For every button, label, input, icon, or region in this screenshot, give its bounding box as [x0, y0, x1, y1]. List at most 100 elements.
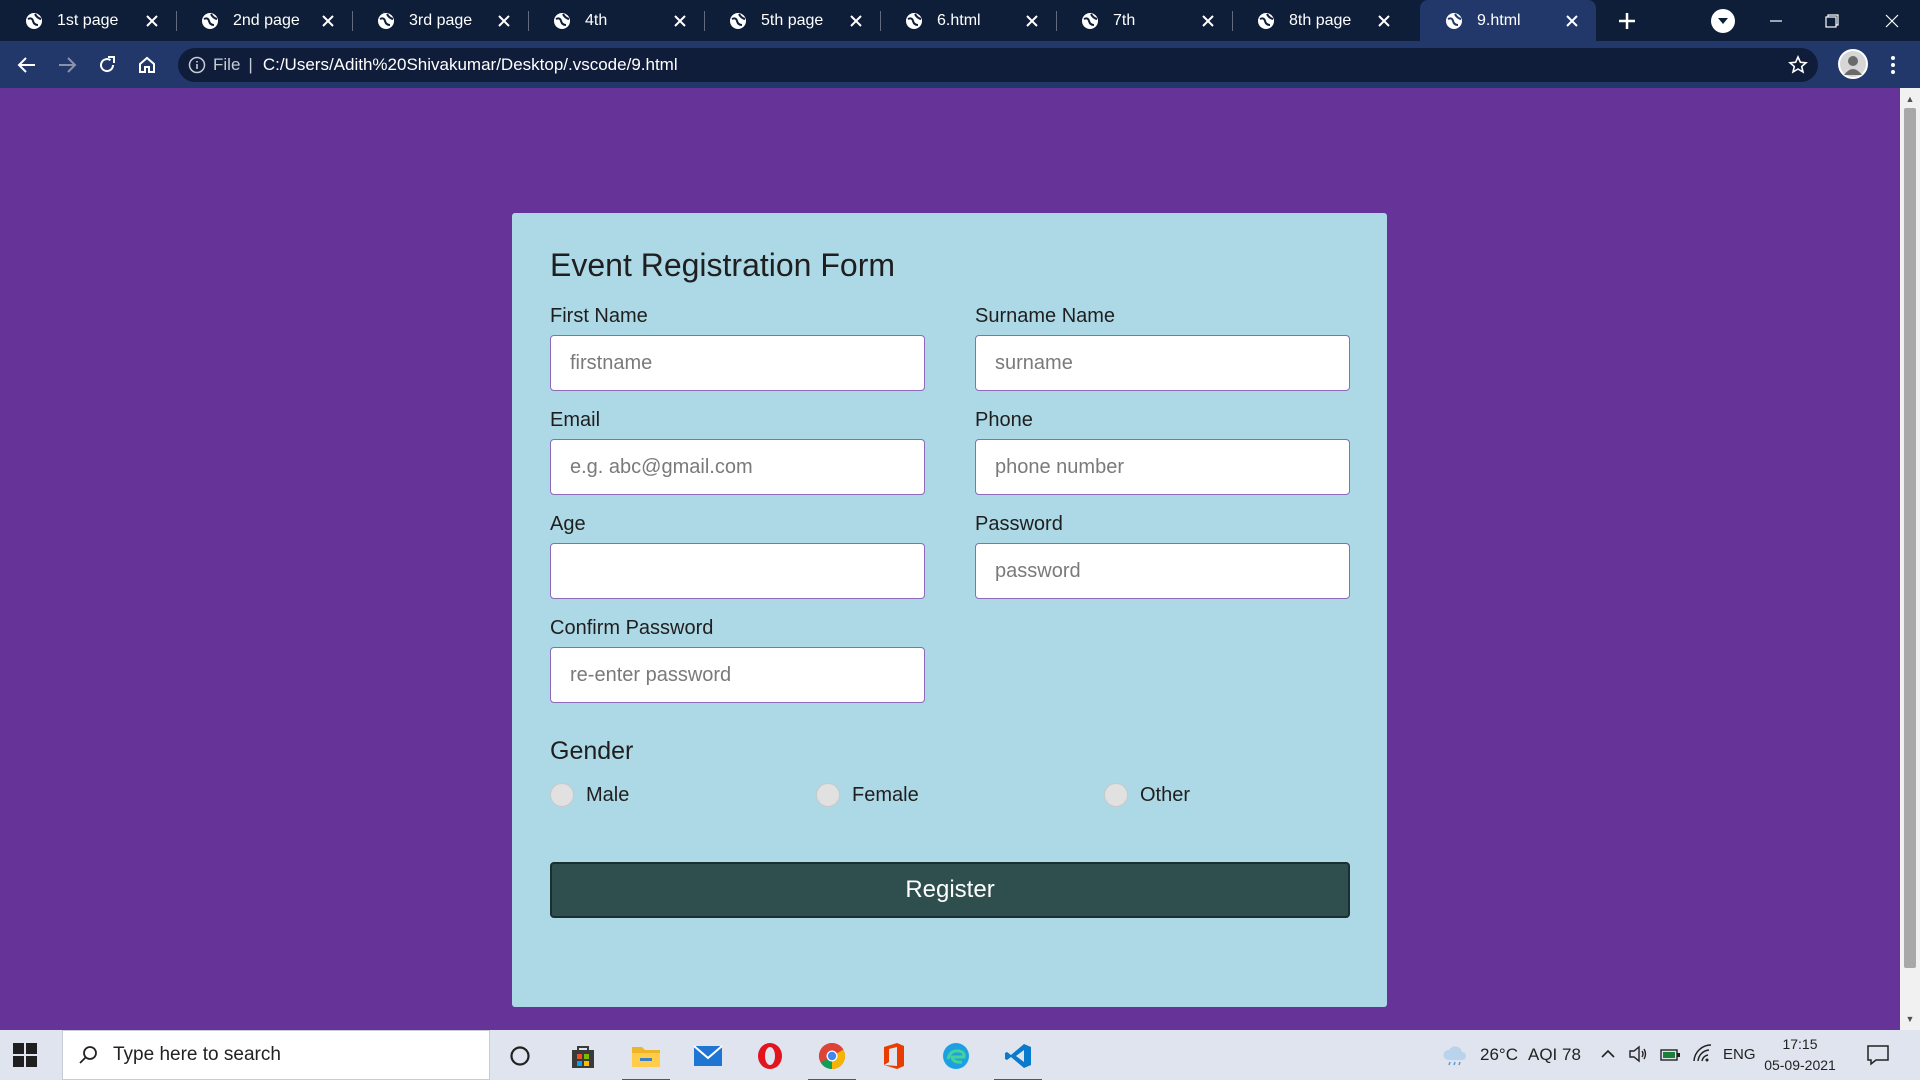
- tab-search-button[interactable]: [1711, 9, 1735, 33]
- globe-icon: [729, 12, 747, 30]
- close-icon[interactable]: [1020, 9, 1044, 33]
- edge-icon[interactable]: [930, 1036, 982, 1076]
- url-text[interactable]: C:/Users/Adith%20Shivakumar/Desktop/.vsc…: [263, 55, 678, 75]
- confirm-password-input[interactable]: [550, 647, 925, 703]
- reload-button[interactable]: [92, 50, 122, 80]
- radio-button[interactable]: [1104, 783, 1128, 807]
- weather-temperature[interactable]: 26°C: [1480, 1045, 1518, 1065]
- age-input[interactable]: [550, 543, 925, 599]
- close-icon[interactable]: [1196, 9, 1220, 33]
- tab-5th-page[interactable]: 5th page: [704, 0, 880, 41]
- close-icon[interactable]: [1560, 9, 1584, 33]
- search-icon: [77, 1044, 99, 1066]
- email-label: Email: [550, 409, 601, 431]
- home-button[interactable]: [132, 50, 162, 80]
- profile-avatar[interactable]: [1838, 49, 1868, 79]
- close-icon[interactable]: [668, 9, 692, 33]
- register-button[interactable]: Register: [550, 862, 1350, 918]
- tab-title: 6.html: [937, 11, 981, 29]
- taskbar-search-box[interactable]: Type here to search: [62, 1030, 490, 1080]
- bookmark-star-icon[interactable]: [1786, 53, 1810, 77]
- file-explorer-icon[interactable]: [620, 1036, 672, 1080]
- notification-icon[interactable]: [1866, 1044, 1890, 1066]
- browser-menu-button[interactable]: [1880, 50, 1906, 80]
- more-vertical-icon: [1891, 56, 1895, 74]
- office-icon[interactable]: [868, 1036, 920, 1076]
- surname-label: Surname Name: [975, 305, 1116, 327]
- close-icon[interactable]: [1372, 9, 1396, 33]
- address-bar[interactable]: File | C:/Users/Adith%20Shivakumar/Deskt…: [178, 48, 1818, 82]
- tab-title: 8th page: [1289, 11, 1352, 29]
- restore-icon: [1825, 13, 1839, 28]
- battery-icon[interactable]: [1660, 1044, 1682, 1064]
- input-language[interactable]: ENG: [1723, 1046, 1756, 1063]
- password-input[interactable]: [975, 543, 1350, 599]
- tab-2nd-page[interactable]: 2nd page: [176, 0, 352, 41]
- chevron-up-icon[interactable]: [1600, 1046, 1616, 1062]
- close-icon[interactable]: [316, 9, 340, 33]
- tab-9-html[interactable]: 9.html: [1420, 0, 1596, 41]
- cortana-icon[interactable]: [494, 1036, 546, 1076]
- form-title: Event Registration Form: [550, 247, 896, 283]
- globe-icon: [1081, 12, 1099, 30]
- close-window-button[interactable]: [1864, 0, 1920, 41]
- air-quality-index[interactable]: AQI 78: [1528, 1045, 1581, 1065]
- back-button[interactable]: [12, 50, 42, 80]
- system-clock[interactable]: 17:15 05-09-2021: [1760, 1034, 1840, 1076]
- tab-4th[interactable]: 4th: [528, 0, 704, 41]
- forward-button[interactable]: [52, 50, 82, 80]
- vscode-icon[interactable]: [992, 1036, 1044, 1080]
- gender-option-other[interactable]: Other: [1104, 783, 1190, 807]
- volume-icon[interactable]: [1628, 1044, 1648, 1064]
- windows-start-icon[interactable]: [12, 1042, 38, 1068]
- scroll-down-arrow-icon[interactable]: ▼: [1904, 1012, 1916, 1026]
- tab-title: 1st page: [57, 11, 119, 29]
- weather-icon[interactable]: [1442, 1044, 1468, 1066]
- tab-6-html[interactable]: 6.html: [880, 0, 1056, 41]
- address-separator: |: [248, 55, 253, 74]
- info-icon[interactable]: [187, 55, 207, 75]
- gender-option-male[interactable]: Male: [550, 783, 629, 807]
- phone-input[interactable]: [975, 439, 1350, 495]
- tab-7th[interactable]: 7th: [1056, 0, 1232, 41]
- radio-label: Female: [852, 783, 919, 806]
- scroll-up-arrow-icon[interactable]: ▲: [1904, 92, 1916, 106]
- first-name-input[interactable]: [550, 335, 925, 391]
- gender-option-female[interactable]: Female: [816, 783, 919, 807]
- mail-icon[interactable]: [682, 1036, 734, 1076]
- scrollbar-thumb[interactable]: [1904, 108, 1916, 968]
- close-icon: [1885, 14, 1899, 27]
- store-icon[interactable]: [557, 1036, 609, 1076]
- windows-taskbar: Type here to search 26°C AQI 78 ENG 17:1…: [0, 1030, 1920, 1080]
- surname-input[interactable]: [975, 335, 1350, 391]
- wifi-icon[interactable]: [1692, 1044, 1714, 1064]
- email-input[interactable]: [550, 439, 925, 495]
- reload-icon: [100, 56, 115, 73]
- minimize-button[interactable]: [1748, 0, 1804, 41]
- arrow-right-icon: [59, 57, 77, 73]
- arrow-left-icon: [17, 57, 35, 73]
- clock-time: 17:15: [1782, 1036, 1818, 1052]
- globe-icon: [1257, 12, 1275, 30]
- tab-3rd-page[interactable]: 3rd page: [352, 0, 528, 41]
- radio-button[interactable]: [550, 783, 574, 807]
- radio-button[interactable]: [816, 783, 840, 807]
- scheme-label: File: [213, 55, 241, 74]
- close-icon[interactable]: [844, 9, 868, 33]
- first-name-label: First Name: [550, 305, 648, 327]
- tab-8th-page[interactable]: 8th page: [1232, 0, 1408, 41]
- opera-icon[interactable]: [744, 1036, 796, 1076]
- close-icon[interactable]: [140, 9, 164, 33]
- close-icon[interactable]: [492, 9, 516, 33]
- chrome-icon[interactable]: [806, 1036, 858, 1080]
- chevron-down-icon: [1718, 18, 1728, 24]
- restore-button[interactable]: [1804, 0, 1860, 41]
- tab-1st-page[interactable]: 1st page: [0, 0, 176, 41]
- password-label: Password: [975, 513, 1063, 535]
- globe-icon: [905, 12, 923, 30]
- new-tab-button[interactable]: [1612, 6, 1642, 36]
- radio-label: Other: [1140, 783, 1191, 806]
- registration-card: Event Registration Form First Name Surna…: [512, 213, 1387, 1007]
- globe-icon: [553, 12, 571, 30]
- tab-strip: 1st page 2nd page 3rd page 4th 5th page …: [0, 0, 1920, 41]
